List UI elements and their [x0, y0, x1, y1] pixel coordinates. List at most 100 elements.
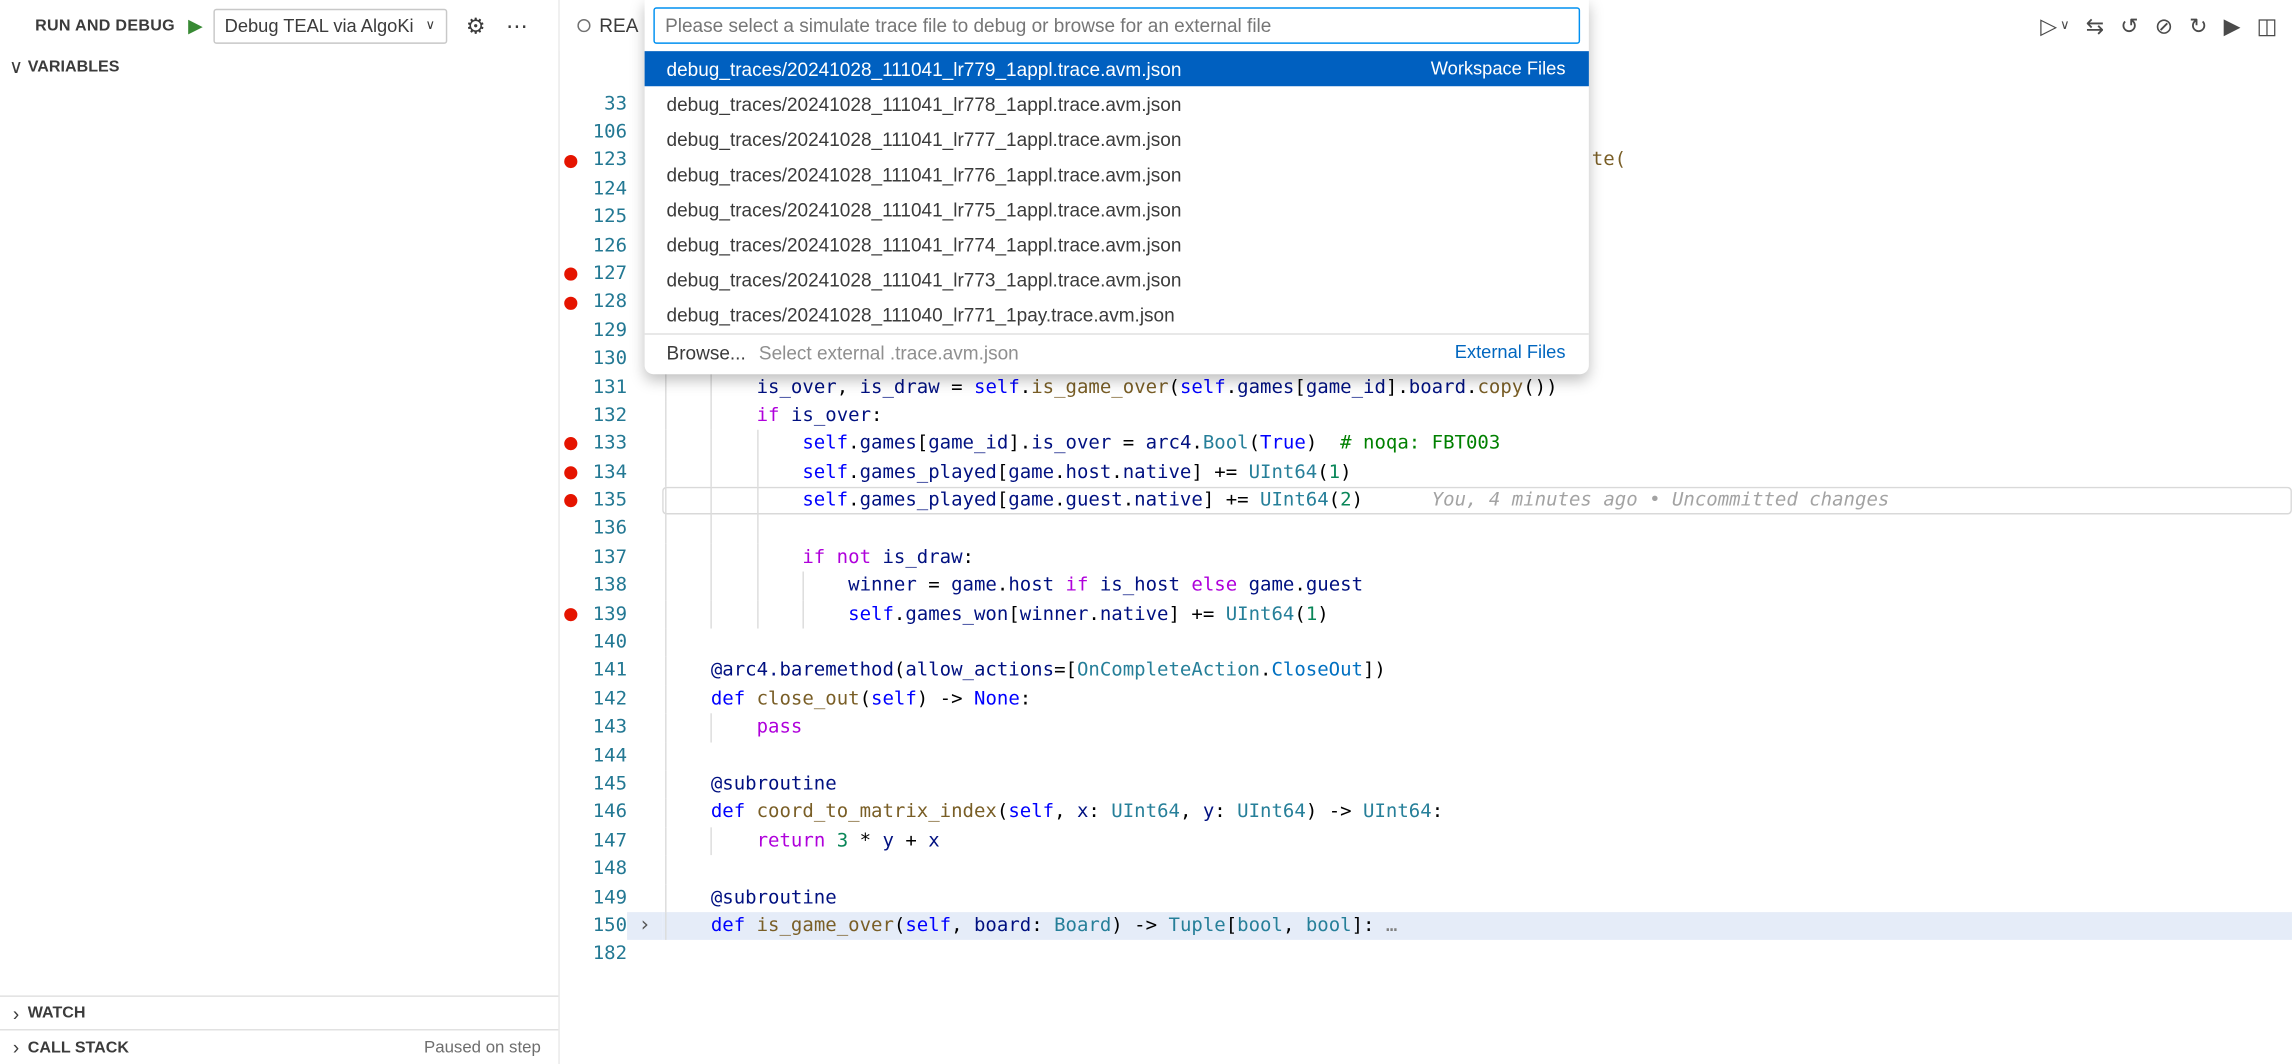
- breakpoint-gutter[interactable]: [560, 884, 580, 912]
- restart-icon[interactable]: ↻: [2189, 12, 2207, 38]
- quick-pick-item[interactable]: debug_traces/20241028_111041_lr777_1appl…: [645, 121, 1589, 156]
- code-line-content[interactable]: def is_game_over(self, board: Board) -> …: [662, 912, 2292, 940]
- debug-config-picker[interactable]: Debug TEAL via AlgoKi ∨: [213, 8, 447, 43]
- indent-guide: [757, 600, 758, 628]
- breakpoint-gutter[interactable]: [560, 260, 580, 288]
- code-line-content[interactable]: if is_over:: [662, 402, 2292, 430]
- more-actions-icon[interactable]: ⋯: [506, 12, 529, 38]
- run-dropdown-icon[interactable]: ∨: [2060, 18, 2070, 34]
- watch-section-header[interactable]: › WATCH: [0, 995, 558, 1029]
- breakpoint-gutter[interactable]: [560, 742, 580, 770]
- code-line-content[interactable]: is_over, is_draw = self.is_game_over(sel…: [662, 373, 2292, 401]
- code-line-content[interactable]: [662, 940, 2292, 968]
- line-number: 145: [580, 770, 627, 798]
- circle-slash-icon[interactable]: ⊘: [2155, 12, 2173, 38]
- quick-pick-item[interactable]: debug_traces/20241028_111040_lr771_1pay.…: [645, 297, 1589, 332]
- run-circle-icon[interactable]: ▶: [2224, 12, 2241, 38]
- fold-gutter: [627, 855, 662, 883]
- breakpoint-gutter[interactable]: [560, 317, 580, 345]
- quick-pick-input[interactable]: [653, 7, 1580, 44]
- breakpoint-gutter[interactable]: [560, 657, 580, 685]
- quick-pick-item[interactable]: debug_traces/20241028_111041_lr774_1appl…: [645, 227, 1589, 262]
- code-line-content[interactable]: return 3 * y + x: [662, 827, 2292, 855]
- quick-pick-item[interactable]: debug_traces/20241028_111041_lr776_1appl…: [645, 156, 1589, 191]
- breakpoint-gutter[interactable]: [560, 515, 580, 543]
- breakpoint-gutter[interactable]: [560, 714, 580, 742]
- call-stack-section-header[interactable]: › CALL STACK Paused on step: [0, 1029, 558, 1064]
- chevron-down-icon: ∨: [426, 18, 436, 34]
- breakpoint-gutter[interactable]: [560, 232, 580, 260]
- code-line-content[interactable]: [662, 742, 2292, 770]
- code-line-content[interactable]: [662, 629, 2292, 657]
- code-line-content[interactable]: winner = game.host if is_host else game.…: [662, 572, 2292, 600]
- compare-changes-icon[interactable]: ⇆: [2086, 12, 2104, 38]
- start-debug-icon[interactable]: ▶: [188, 14, 203, 37]
- breakpoint-gutter[interactable]: [560, 629, 580, 657]
- code-line-content[interactable]: self.games_played[game.host.native] += U…: [662, 458, 2292, 486]
- line-number: 134: [580, 458, 627, 486]
- browse-meta: External Files: [1455, 342, 1566, 362]
- quick-pick-item[interactable]: debug_traces/20241028_111041_lr773_1appl…: [645, 262, 1589, 297]
- breakpoint-gutter[interactable]: [560, 345, 580, 373]
- code-line-content[interactable]: @subroutine: [662, 770, 2292, 798]
- run-file-button[interactable]: ▷: [2040, 12, 2057, 38]
- indent-guide: [802, 600, 803, 628]
- code-line-content[interactable]: self.games_played[game.guest.native] += …: [662, 487, 2292, 515]
- breakpoint-gutter[interactable]: [560, 373, 580, 401]
- code-line: 150› def is_game_over(self, board: Board…: [560, 912, 2292, 940]
- indent-guide: [711, 827, 712, 855]
- code-line: 144: [560, 742, 2292, 770]
- line-number: 147: [580, 827, 627, 855]
- breakpoint-gutter[interactable]: [560, 430, 580, 458]
- breakpoint-gutter[interactable]: [560, 90, 580, 118]
- variables-section-header[interactable]: ∨ VARIABLES: [0, 51, 558, 83]
- indent-guide: [711, 544, 712, 572]
- fold-chevron-icon[interactable]: ›: [627, 912, 662, 940]
- breakpoint-icon: [563, 438, 576, 451]
- chevron-right-icon: ›: [7, 1036, 25, 1058]
- breakpoint-gutter[interactable]: [560, 572, 580, 600]
- breakpoint-gutter[interactable]: [560, 288, 580, 316]
- breakpoint-gutter[interactable]: [560, 544, 580, 572]
- quick-pick-item[interactable]: debug_traces/20241028_111041_lr779_1appl…: [645, 51, 1589, 86]
- breakpoint-gutter[interactable]: [560, 487, 580, 515]
- split-editor-icon[interactable]: ◫: [2257, 12, 2278, 38]
- code-line-content[interactable]: [662, 855, 2292, 883]
- code-line: 136: [560, 515, 2292, 543]
- gear-icon[interactable]: ⚙: [466, 12, 486, 38]
- breakpoint-gutter[interactable]: [560, 912, 580, 940]
- code-line-content[interactable]: @arc4.baremethod(allow_actions=[OnComple…: [662, 657, 2292, 685]
- code-line-content[interactable]: pass: [662, 714, 2292, 742]
- debug-config-label: Debug TEAL via AlgoKi: [225, 15, 414, 35]
- quick-pick-browse-item[interactable]: Browse... Select external .trace.avm.jso…: [645, 335, 1589, 370]
- breakpoint-gutter[interactable]: [560, 600, 580, 628]
- breakpoint-gutter[interactable]: [560, 147, 580, 175]
- editor-tab[interactable]: REA: [560, 0, 656, 51]
- line-number: 146: [580, 799, 627, 827]
- line-number: 125: [580, 203, 627, 231]
- breakpoint-gutter[interactable]: [560, 799, 580, 827]
- quick-pick-item[interactable]: debug_traces/20241028_111041_lr778_1appl…: [645, 86, 1589, 121]
- code-line-content[interactable]: def coord_to_matrix_index(self, x: UInt6…: [662, 799, 2292, 827]
- quick-pick-item[interactable]: debug_traces/20241028_111041_lr775_1appl…: [645, 191, 1589, 226]
- breakpoint-gutter[interactable]: [560, 402, 580, 430]
- fold-gutter: [627, 600, 662, 628]
- indent-guide: [665, 572, 666, 600]
- breakpoint-gutter[interactable]: [560, 685, 580, 713]
- code-line-content[interactable]: self.games[game_id].is_over = arc4.Bool(…: [662, 430, 2292, 458]
- breakpoint-gutter[interactable]: [560, 827, 580, 855]
- chevron-right-icon: ›: [7, 1002, 25, 1024]
- code-line-content[interactable]: if not is_draw:: [662, 544, 2292, 572]
- breakpoint-gutter[interactable]: [560, 940, 580, 968]
- code-line-content[interactable]: @subroutine: [662, 884, 2292, 912]
- breakpoint-gutter[interactable]: [560, 203, 580, 231]
- breakpoint-gutter[interactable]: [560, 118, 580, 146]
- undo-icon[interactable]: ↺: [2120, 12, 2138, 38]
- code-line-content[interactable]: def close_out(self) -> None:: [662, 685, 2292, 713]
- breakpoint-gutter[interactable]: [560, 458, 580, 486]
- breakpoint-gutter[interactable]: [560, 770, 580, 798]
- breakpoint-gutter[interactable]: [560, 175, 580, 203]
- code-line-content[interactable]: self.games_won[winner.native] += UInt64(…: [662, 600, 2292, 628]
- code-line-content[interactable]: [662, 515, 2292, 543]
- breakpoint-gutter[interactable]: [560, 855, 580, 883]
